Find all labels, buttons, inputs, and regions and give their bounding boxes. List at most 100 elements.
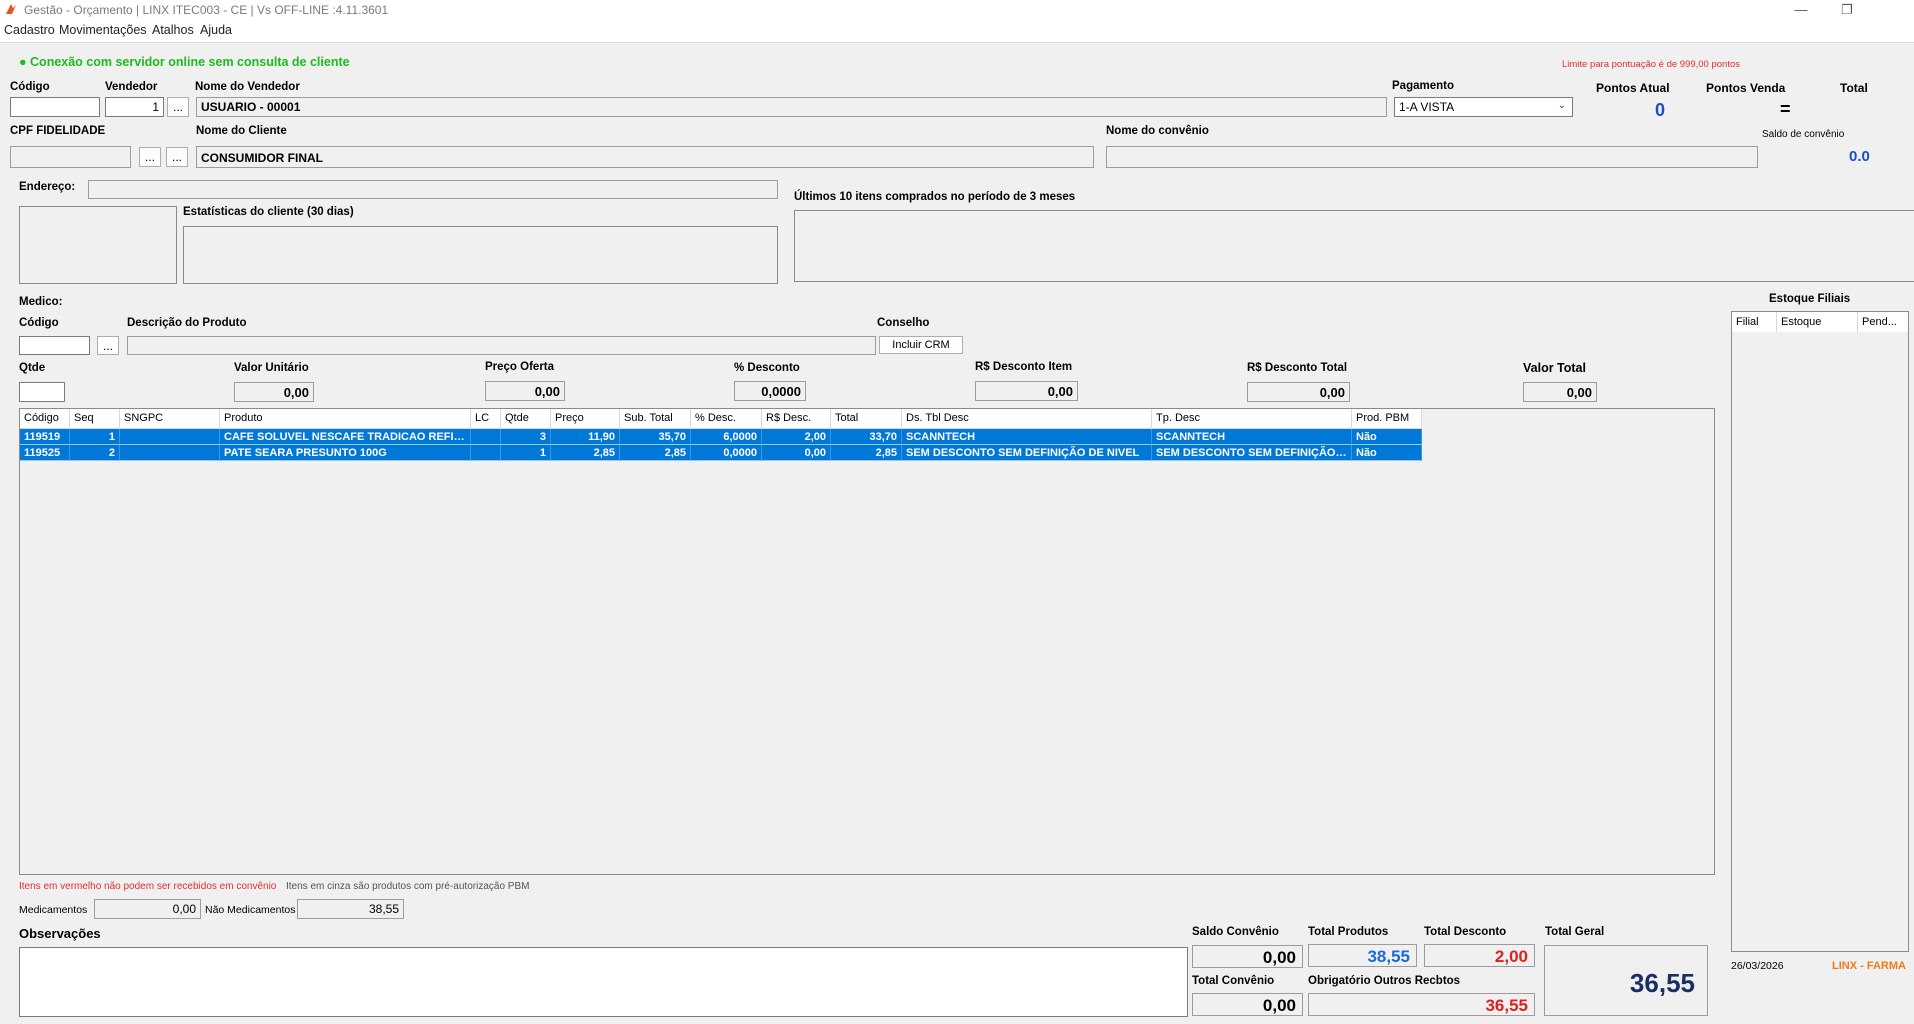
col-qtde[interactable]: Qtde bbox=[501, 409, 551, 429]
desconto-total-field[interactable]: 0,00 bbox=[1247, 382, 1350, 402]
restore-icon[interactable]: ❐ bbox=[1824, 0, 1870, 20]
total-points-label: Total bbox=[1840, 81, 1868, 95]
col-subtotal[interactable]: Sub. Total bbox=[620, 409, 691, 429]
grid-header-row: Código Seq SNGPC Produto LC Qtde Preço S… bbox=[20, 409, 1422, 429]
cell-pct-desc: 6,0000 bbox=[691, 429, 762, 445]
desconto-pct-field[interactable]: 0,0000 bbox=[734, 381, 806, 401]
nome-vendedor-label: Nome do Vendedor bbox=[195, 81, 300, 93]
pontos-atual-value: 0 bbox=[1655, 100, 1666, 120]
cell-pct-desc: 0,0000 bbox=[691, 445, 762, 461]
cell-seq: 2 bbox=[70, 445, 120, 461]
ultimos-itens-panel bbox=[794, 210, 1914, 282]
preco-oferta-field: 0,00 bbox=[485, 381, 565, 401]
app-logo-icon bbox=[6, 4, 16, 14]
obrigatorio-field: 36,55 bbox=[1308, 993, 1535, 1016]
qtde-label: Qtde bbox=[19, 362, 46, 374]
vendedor-search-button[interactable]: ... bbox=[167, 97, 189, 117]
cell-sngpc bbox=[120, 429, 220, 445]
items-grid[interactable]: Código Seq SNGPC Produto LC Qtde Preço S… bbox=[19, 408, 1715, 875]
incluir-crm-button[interactable]: Incluir CRM bbox=[879, 336, 963, 354]
cell-codigo: 119525 bbox=[20, 445, 70, 461]
table-row[interactable]: 119519 1 CAFE SOLUVEL NESCAFE TRADICAO R… bbox=[20, 429, 1422, 445]
connection-status-text: Conexão com servidor online sem consulta… bbox=[30, 55, 350, 69]
saldo-convenio-label: Saldo Convênio bbox=[1192, 926, 1279, 938]
col-preco[interactable]: Preço bbox=[551, 409, 620, 429]
connection-status: ● Conexão com servidor online sem consul… bbox=[19, 55, 350, 69]
pontos-atual-label: Pontos Atual bbox=[1596, 81, 1670, 95]
obrigatorio-label: Obrigatório Outros Recbtos bbox=[1308, 975, 1461, 987]
menu-bar bbox=[0, 20, 1914, 43]
pontos-venda-label: Pontos Venda bbox=[1706, 81, 1786, 95]
endereco-field bbox=[88, 180, 778, 199]
cell-total: 33,70 bbox=[831, 429, 902, 445]
total-convenio-label: Total Convênio bbox=[1192, 975, 1275, 987]
observacoes-textarea[interactable] bbox=[19, 947, 1188, 1017]
estatisticas-label: Estatísticas do cliente (30 dias) bbox=[183, 206, 354, 218]
client-photo-panel bbox=[19, 206, 177, 284]
col-tp-desc[interactable]: Tp. Desc bbox=[1152, 409, 1352, 429]
vendedor-input[interactable]: 1 bbox=[105, 97, 164, 117]
table-row[interactable]: 119525 2 PATE SEARA PRESUNTO 100G 1 2,85… bbox=[20, 445, 1422, 461]
col-ds-tbl-desc[interactable]: Ds. Tbl Desc bbox=[902, 409, 1152, 429]
medico-label: Medico: bbox=[19, 296, 63, 308]
estoque-filiais-grid[interactable]: Filial Estoque Pend... bbox=[1731, 311, 1909, 952]
endereco-label: Endereço: bbox=[19, 181, 76, 193]
pagamento-select[interactable]: 1-A VISTA ⌄ bbox=[1394, 97, 1573, 117]
cpf-fidelidade-label: CPF FIDELIDADE bbox=[10, 125, 106, 137]
menu-atalhos[interactable]: Atalhos bbox=[152, 23, 194, 37]
col-codigo[interactable]: Código bbox=[20, 409, 70, 429]
total-desconto-label: Total Desconto bbox=[1424, 926, 1507, 938]
medicamentos-field: 0,00 bbox=[94, 899, 201, 919]
cpf-fidelidade-input[interactable] bbox=[10, 146, 131, 168]
cell-lc bbox=[471, 429, 501, 445]
preco-oferta-label: Preço Oferta bbox=[485, 361, 555, 373]
medicamentos-label: Medicamentos bbox=[19, 904, 88, 916]
cell-rs-desc: 0,00 bbox=[762, 445, 831, 461]
col-produto[interactable]: Produto bbox=[220, 409, 471, 429]
descricao-produto-field[interactable] bbox=[127, 336, 876, 355]
conselho-label: Conselho bbox=[877, 317, 930, 329]
valor-total-field: 0,00 bbox=[1523, 382, 1597, 402]
total-produtos-label: Total Produtos bbox=[1308, 926, 1389, 938]
estoque-col-filial[interactable]: Filial bbox=[1732, 312, 1777, 332]
col-rs-desc[interactable]: R$ Desc. bbox=[762, 409, 831, 429]
cell-rs-desc: 2,00 bbox=[762, 429, 831, 445]
col-lc[interactable]: LC bbox=[471, 409, 501, 429]
col-pct-desc[interactable]: % Desc. bbox=[691, 409, 762, 429]
pontos-venda-value: = bbox=[1780, 99, 1791, 119]
nome-vendedor-field: USUARIO - 00001 bbox=[196, 97, 1387, 117]
cpf-options-button[interactable]: ... bbox=[166, 147, 188, 167]
valor-unitario-field: 0,00 bbox=[234, 382, 314, 402]
col-total[interactable]: Total bbox=[831, 409, 902, 429]
qtde-input[interactable] bbox=[19, 382, 65, 402]
estoque-col-pend[interactable]: Pend... bbox=[1858, 312, 1908, 332]
valor-unitario-label: Valor Unitário bbox=[234, 362, 309, 374]
codigo-input[interactable] bbox=[10, 97, 100, 117]
menu-ajuda[interactable]: Ajuda bbox=[200, 23, 232, 37]
total-desconto-field: 2,00 bbox=[1424, 944, 1535, 967]
col-seq[interactable]: Seq bbox=[70, 409, 120, 429]
minimize-icon[interactable]: — bbox=[1778, 0, 1824, 20]
estoque-col-estoque[interactable]: Estoque bbox=[1777, 312, 1858, 332]
cell-tp-desc: SCANNTECH bbox=[1152, 429, 1352, 445]
nome-cliente-label: Nome do Cliente bbox=[196, 125, 287, 137]
menu-movimentacoes[interactable]: Movimentações bbox=[59, 23, 147, 37]
cell-total: 2,85 bbox=[831, 445, 902, 461]
gray-items-note: Itens em cinza são produtos com pré-auto… bbox=[286, 881, 530, 892]
produto-codigo-input[interactable] bbox=[19, 336, 90, 355]
cell-ds-tbl-desc: SEM DESCONTO SEM DEFINIÇÃO DE NIVEL bbox=[902, 445, 1152, 461]
nao-medicamentos-label: Não Medicamentos bbox=[205, 904, 296, 916]
produto-search-button[interactable]: ... bbox=[97, 336, 119, 355]
cell-tp-desc: SEM DESCONTO SEM DEFINIÇÃO D... bbox=[1152, 445, 1352, 461]
cell-codigo: 119519 bbox=[20, 429, 70, 445]
col-sngpc[interactable]: SNGPC bbox=[120, 409, 220, 429]
saldo-convenio-field: 0,00 bbox=[1192, 945, 1303, 968]
produto-codigo-label: Código bbox=[19, 317, 59, 329]
menu-cadastro[interactable]: Cadastro bbox=[4, 23, 55, 37]
cell-lc bbox=[471, 445, 501, 461]
col-prod-pbm[interactable]: Prod. PBM bbox=[1352, 409, 1422, 429]
cpf-search-button[interactable]: ... bbox=[139, 147, 161, 167]
desconto-item-field[interactable]: 0,00 bbox=[975, 381, 1078, 401]
cell-preco: 2,85 bbox=[551, 445, 620, 461]
brand-label: LINX - FARMA bbox=[1832, 960, 1906, 972]
